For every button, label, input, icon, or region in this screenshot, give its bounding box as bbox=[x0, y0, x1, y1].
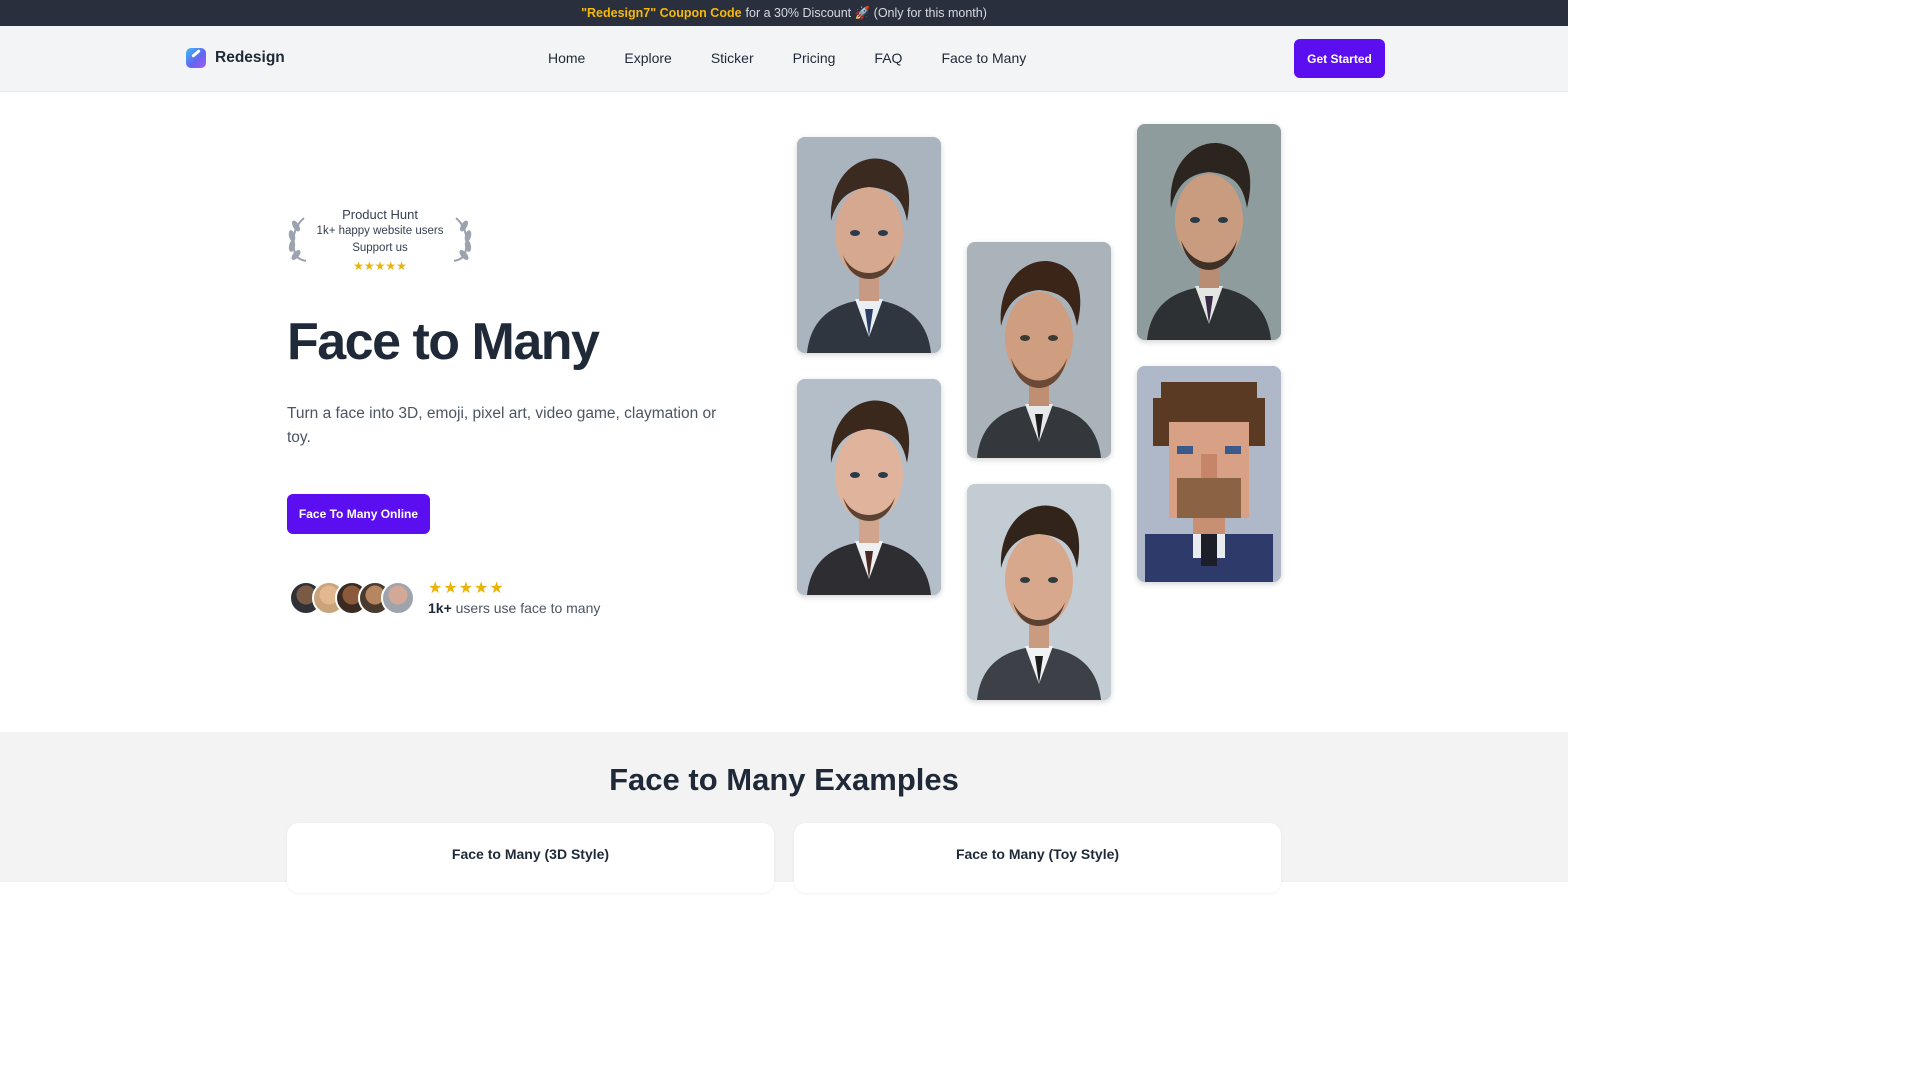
main-nav: Home Explore Sticker Pricing FAQ Face to… bbox=[548, 50, 1065, 66]
face-to-many-online-button[interactable]: Face To Many Online bbox=[287, 494, 430, 534]
coupon-code: "Redesign7" Coupon Code bbox=[581, 6, 742, 20]
portrait-image bbox=[1137, 124, 1281, 340]
nav-pricing[interactable]: Pricing bbox=[793, 50, 836, 66]
portrait-card bbox=[1137, 124, 1281, 340]
user-avatars bbox=[289, 581, 419, 615]
get-started-button[interactable]: Get Started bbox=[1294, 39, 1385, 78]
award-users: 1k+ happy website users bbox=[316, 225, 444, 237]
avatar bbox=[381, 581, 415, 615]
promo-text: for a 30% Discount 🚀 (Only for this mont… bbox=[745, 5, 987, 20]
portrait-card bbox=[967, 242, 1111, 458]
nav-faq[interactable]: FAQ bbox=[874, 50, 902, 66]
hero-title: Face to Many bbox=[287, 313, 600, 371]
portrait-image bbox=[797, 137, 941, 353]
product-hunt-badge[interactable]: Product Hunt 1k+ happy website users Sup… bbox=[287, 206, 473, 276]
pixel-portrait-image bbox=[1137, 366, 1281, 582]
site-header: Redesign Home Explore Sticker Pricing FA… bbox=[0, 26, 1568, 92]
award-title: Product Hunt bbox=[342, 207, 418, 222]
nav-face-to-many[interactable]: Face to Many bbox=[941, 50, 1026, 66]
hero-subtitle: Turn a face into 3D, emoji, pixel art, v… bbox=[287, 405, 717, 446]
users-count-text: 1k+ users use face to many bbox=[428, 600, 600, 616]
examples-section: Face to Many Examples Face to Many (3D S… bbox=[0, 732, 1568, 893]
users-label: users use face to many bbox=[455, 600, 601, 616]
example-card-title: Face to Many (Toy Style) bbox=[955, 846, 1120, 862]
portrait-card bbox=[797, 379, 941, 595]
portrait-card-pixel-art bbox=[1137, 366, 1281, 582]
nav-sticker[interactable]: Sticker bbox=[711, 50, 754, 66]
promo-banner: "Redesign7" Coupon Code for a 30% Discou… bbox=[0, 0, 1568, 26]
award-text: Product Hunt 1k+ happy website users Sup… bbox=[287, 206, 473, 274]
logo-text: Redesign bbox=[215, 49, 285, 66]
example-card-title: Face to Many (3D Style) bbox=[451, 846, 610, 862]
portrait-image bbox=[797, 379, 941, 595]
rating-stars: ★★★★★ bbox=[428, 580, 505, 597]
portrait-image bbox=[967, 484, 1111, 700]
star-icon: ★★★★★ bbox=[353, 259, 407, 273]
examples-title: Face to Many Examples bbox=[609, 762, 959, 797]
portrait-card bbox=[797, 137, 941, 353]
portrait-card bbox=[967, 484, 1111, 700]
example-card-toy: Face to Many (Toy Style) bbox=[794, 823, 1281, 893]
example-card-3d: Face to Many (3D Style) bbox=[287, 823, 774, 893]
award-support: Support us bbox=[352, 242, 408, 254]
portrait-image bbox=[967, 242, 1111, 458]
app-logo-icon bbox=[186, 48, 206, 68]
nav-home[interactable]: Home bbox=[548, 50, 585, 66]
nav-explore[interactable]: Explore bbox=[624, 50, 671, 66]
users-count: 1k+ bbox=[428, 600, 452, 616]
logo[interactable]: Redesign bbox=[186, 48, 285, 68]
